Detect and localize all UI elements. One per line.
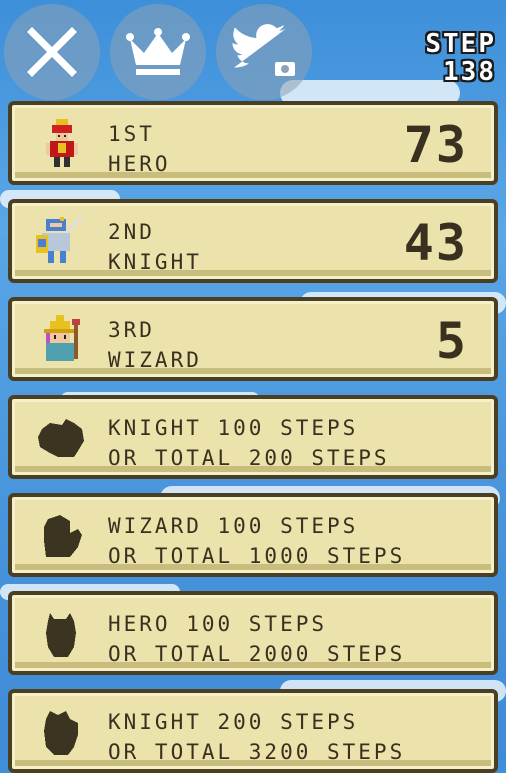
requirement-line1: KNIGHT 200 STEPS — [108, 710, 359, 734]
requirement-line2: OR TOTAL 200 STEPS — [108, 446, 390, 470]
requirement-line1: HERO 100 STEPS — [108, 612, 328, 636]
wizard-sprite-icon — [44, 315, 80, 361]
character-count: 43 — [403, 214, 468, 272]
ranking-button[interactable] — [110, 4, 206, 100]
character-name: WIZARD — [108, 348, 202, 372]
crown-icon — [126, 28, 190, 75]
character-name: KNIGHT — [108, 250, 202, 274]
locked-silhouette-icon — [46, 613, 76, 657]
twitter-icon — [232, 24, 295, 76]
rank-label: 2ND — [108, 220, 155, 244]
step-label: STEP — [425, 29, 496, 59]
rank-label: 3RD — [108, 318, 155, 342]
unlock-requirement-text: HERO 100 STEPS OR TOTAL 2000 STEPS — [108, 609, 405, 669]
locked-card[interactable]: KNIGHT 200 STEPS OR TOTAL 3200 STEPS — [8, 689, 498, 773]
locked-silhouette-icon — [44, 711, 78, 755]
close-button[interactable] — [4, 4, 100, 100]
requirement-line2: OR TOTAL 2000 STEPS — [108, 642, 406, 666]
character-rank-text: 2ND KNIGHT — [108, 217, 202, 277]
locked-silhouette-icon — [44, 515, 82, 557]
twitter-share-button[interactable] — [216, 4, 312, 100]
locked-silhouette-icon — [38, 419, 84, 457]
requirement-line2: OR TOTAL 3200 STEPS — [108, 740, 406, 764]
requirement-line2: OR TOTAL 1000 STEPS — [108, 544, 406, 568]
step-counter: STEP 138 — [425, 30, 496, 86]
character-name: HERO — [108, 152, 171, 176]
close-icon — [27, 27, 77, 77]
knight-sprite-icon — [36, 217, 82, 263]
character-rank-text: 3RD WIZARD — [108, 315, 202, 375]
requirement-line1: KNIGHT 100 STEPS — [108, 416, 359, 440]
unlock-requirement-text: KNIGHT 100 STEPS OR TOTAL 200 STEPS — [108, 413, 390, 473]
character-card-wizard[interactable]: 3RD WIZARD 5 — [8, 297, 498, 381]
step-value: 138 — [443, 57, 496, 87]
rank-label: 1ST — [108, 122, 155, 146]
locked-card[interactable]: HERO 100 STEPS OR TOTAL 2000 STEPS — [8, 591, 498, 675]
character-count: 5 — [435, 312, 468, 370]
character-card-knight[interactable]: 2ND KNIGHT 43 — [8, 199, 498, 283]
locked-card[interactable]: WIZARD 100 STEPS OR TOTAL 1000 STEPS — [8, 493, 498, 577]
hero-sprite-icon — [46, 119, 78, 167]
character-rank-text: 1ST HERO — [108, 119, 171, 179]
unlock-requirement-text: WIZARD 100 STEPS OR TOTAL 1000 STEPS — [108, 511, 405, 571]
unlock-requirement-text: KNIGHT 200 STEPS OR TOTAL 3200 STEPS — [108, 707, 405, 767]
character-card-hero[interactable]: 1ST HERO 73 — [8, 101, 498, 185]
requirement-line1: WIZARD 100 STEPS — [108, 514, 359, 538]
character-count: 73 — [403, 116, 468, 174]
locked-card[interactable]: KNIGHT 100 STEPS OR TOTAL 200 STEPS — [8, 395, 498, 479]
